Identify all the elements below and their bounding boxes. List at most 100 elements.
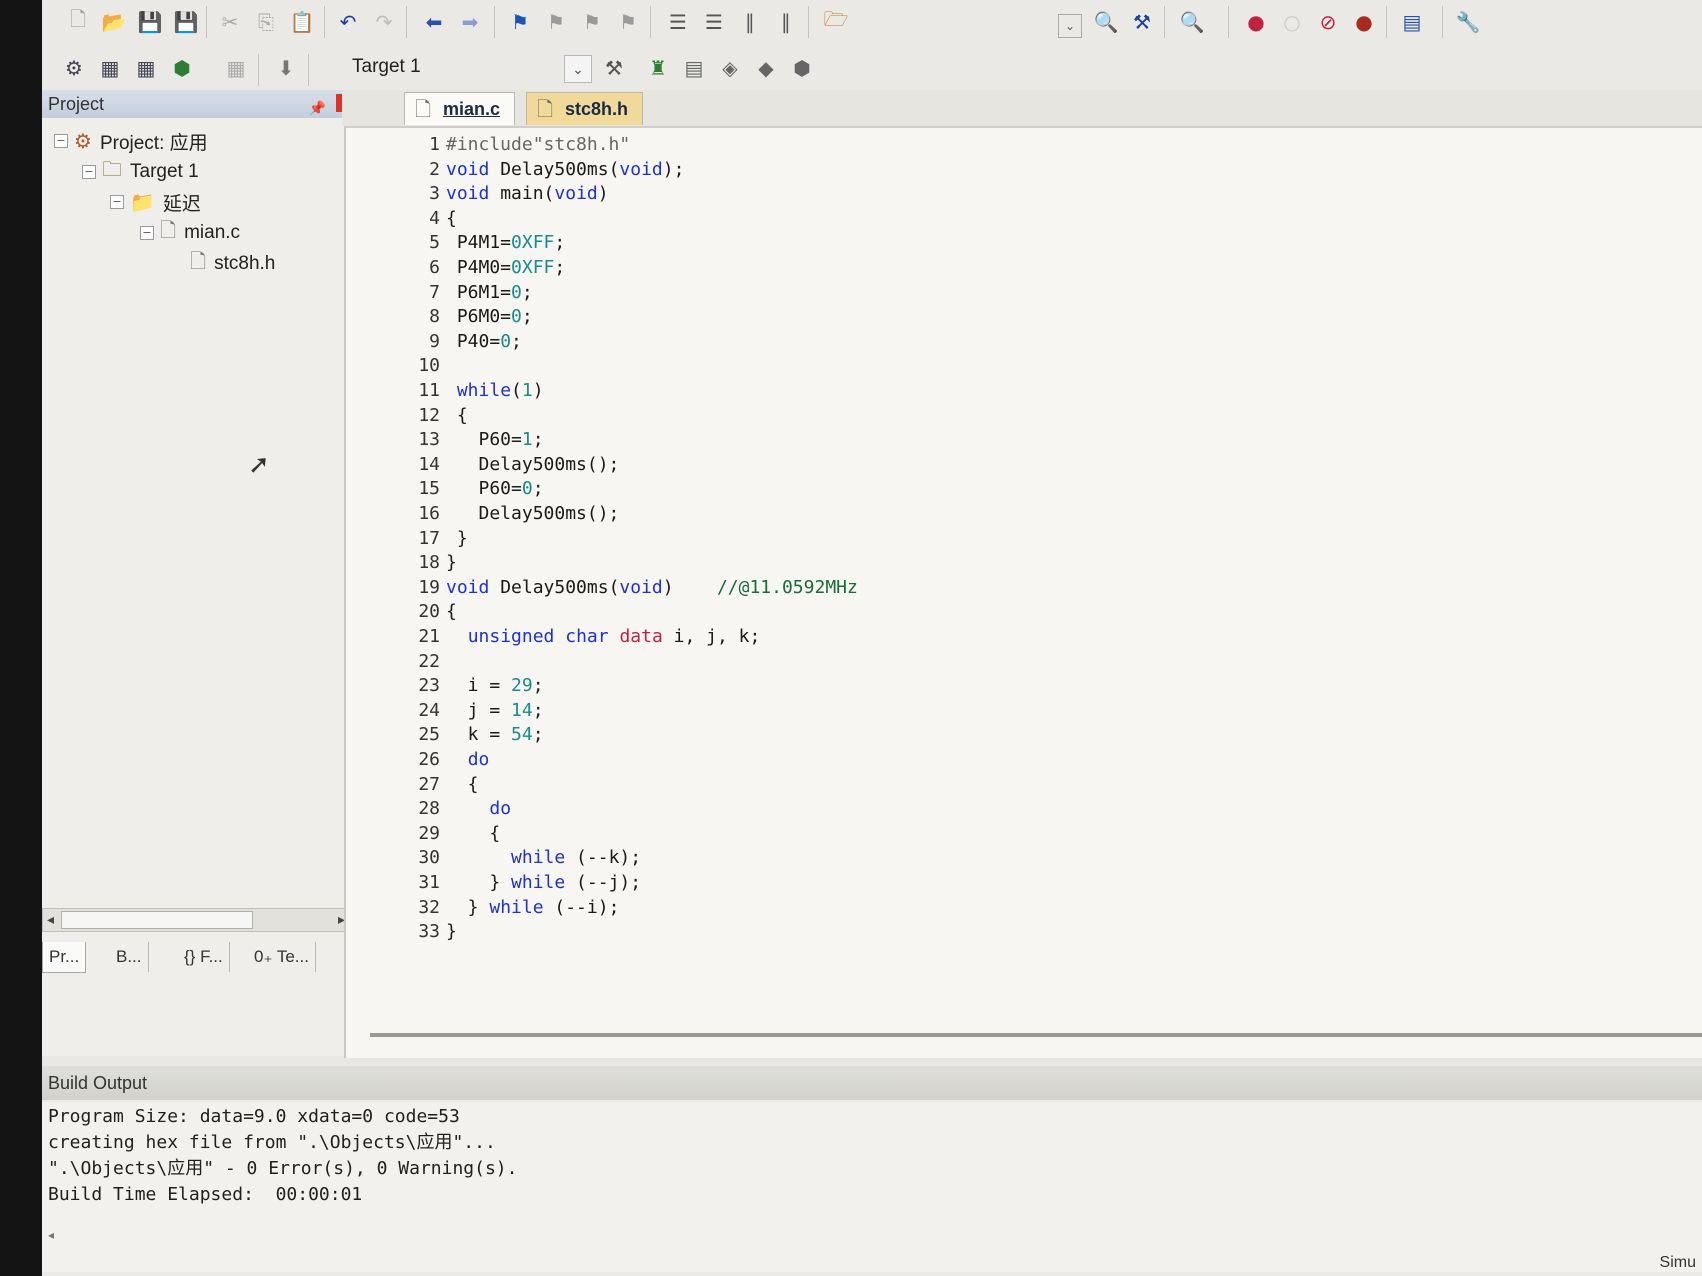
run-time-env-icon[interactable]: ⬢	[788, 54, 816, 82]
find-in-files-icon[interactable]: 🗁	[822, 7, 850, 36]
stop-build-icon[interactable]: ▦	[222, 54, 250, 82]
code-text[interactable]: unsigned char data i, j, k;	[446, 624, 761, 649]
breakpoint-kill-icon[interactable]: ⊘	[1314, 8, 1342, 36]
build-output-text[interactable]: Program Size: data=9.0 xdata=0 code=53 c…	[42, 1102, 1702, 1272]
editor-scrollbar[interactable]	[370, 1033, 1702, 1037]
cut-icon[interactable]: ✂	[216, 8, 244, 36]
breakpoint-all-icon[interactable]: ●	[1350, 8, 1378, 36]
scroll-left-icon[interactable]: ◂	[48, 1228, 54, 1242]
code-text[interactable]: P60=0;	[446, 476, 544, 501]
line-number: 4	[429, 207, 440, 229]
tree-item-file[interactable]: − 🗋 mian.c	[140, 218, 240, 248]
code-text[interactable]: }	[446, 919, 457, 944]
batch-build-icon[interactable]: ⬢	[168, 54, 196, 82]
code-text[interactable]: do	[446, 796, 511, 821]
code-text[interactable]: {	[446, 206, 457, 231]
translate-icon[interactable]: ⚙	[60, 54, 88, 82]
uncomment-icon[interactable]: ∥	[772, 8, 800, 36]
debug-start-icon[interactable]: 🔍	[1178, 8, 1206, 36]
tab-mian-c[interactable]: 🗋 mian.c	[404, 92, 516, 125]
code-text[interactable]: Delay500ms();	[446, 452, 620, 477]
project-panel-scrollbar[interactable]: ◂ ▸	[42, 908, 350, 932]
code-text[interactable]: {	[446, 403, 468, 428]
code-text[interactable]: P4M0=0XFF;	[446, 255, 565, 280]
code-text[interactable]: #include"stc8h.h"	[446, 132, 630, 157]
code-text[interactable]: j = 14;	[446, 698, 544, 723]
open-icon[interactable]: 📂	[100, 8, 128, 36]
config-wrench-icon[interactable]: 🔧	[1454, 8, 1482, 36]
file-icon: 🗋	[537, 97, 554, 121]
save-all-icon[interactable]: 💾	[172, 8, 200, 36]
code-text[interactable]: Delay500ms();	[446, 501, 620, 526]
code-text[interactable]: P6M0=0;	[446, 304, 533, 329]
rebuild-icon[interactable]: ▦	[132, 54, 160, 82]
code-text[interactable]: {	[446, 821, 500, 846]
tree-item-target[interactable]: − 🗀 Target 1	[82, 157, 199, 187]
collapse-icon[interactable]: −	[82, 165, 96, 179]
pack-installer-icon[interactable]: ◈	[716, 54, 744, 82]
unindent-icon[interactable]: ☰	[700, 8, 728, 36]
breakpoint-disable-icon[interactable]: ○	[1278, 8, 1306, 36]
redo-icon[interactable]: ↷	[370, 8, 398, 36]
code-text[interactable]: void Delay500ms(void) //@11.0592MHz	[446, 575, 858, 600]
code-text[interactable]: } while (--j);	[446, 870, 641, 895]
code-text[interactable]: while(1)	[446, 378, 544, 403]
tree-item-file[interactable]: 🗋 stc8h.h	[190, 249, 275, 279]
code-editor[interactable]: 1 #include"stc8h.h" 2 void Delay500ms(void)…	[344, 126, 1702, 1058]
window-layout-icon[interactable]: ▤	[1398, 8, 1426, 36]
code-text[interactable]: }	[446, 526, 468, 551]
tab-stc8h-h[interactable]: 🗋 stc8h.h	[526, 92, 644, 125]
bookmark-clear-icon[interactable]: ⚑	[614, 8, 642, 36]
pin-icon[interactable]: 📌	[303, 94, 326, 122]
collapse-icon[interactable]: −	[54, 134, 68, 148]
bookmark-prev-icon[interactable]: ⚑	[542, 8, 570, 36]
nav-back-icon[interactable]: ⬅	[420, 8, 448, 36]
bookmark-icon[interactable]: ⚑	[506, 8, 534, 36]
manage-project-icon[interactable]: ♜	[644, 54, 672, 82]
tab-templates[interactable]: 0₊ Te...	[248, 942, 316, 972]
code-text[interactable]: P40=0;	[446, 329, 522, 354]
debug-session-icon[interactable]: ⚒	[1128, 8, 1156, 36]
indent-icon[interactable]: ☰	[664, 8, 692, 36]
code-text[interactable]: void main(void)	[446, 181, 609, 206]
code-text[interactable]: P6M1=0;	[446, 280, 533, 305]
tab-project[interactable]: Pr...	[42, 942, 87, 973]
select-packs-icon[interactable]: ◆	[752, 54, 780, 82]
scroll-left-icon[interactable]: ◂	[47, 909, 54, 931]
code-text[interactable]: k = 54;	[446, 722, 544, 747]
code-text[interactable]: {	[446, 772, 479, 797]
collapse-icon[interactable]: −	[110, 195, 124, 209]
find-combo-icon[interactable]: ⌄	[1058, 14, 1082, 38]
paste-icon[interactable]: 📋	[288, 8, 316, 36]
target-select[interactable]: Target 1	[352, 56, 421, 78]
tab-functions[interactable]: {} F...	[178, 942, 230, 972]
tree-item-project[interactable]: − ⚙ Project: 应用	[54, 126, 208, 156]
new-file-icon[interactable]: 🗋	[64, 7, 92, 36]
code-text[interactable]: do	[446, 747, 490, 772]
code-text[interactable]: {	[446, 599, 457, 624]
bookmark-next-icon[interactable]: ⚑	[578, 8, 606, 36]
code-text[interactable]: void Delay500ms(void);	[446, 157, 684, 182]
copy-icon[interactable]: ⎘	[252, 8, 280, 36]
code-text[interactable]: i = 29;	[446, 673, 544, 698]
code-text[interactable]: while (--k);	[446, 845, 641, 870]
incremental-find-icon[interactable]: 🔍	[1092, 8, 1120, 36]
save-icon[interactable]: 💾	[136, 8, 164, 36]
code-text[interactable]: P4M1=0XFF;	[446, 230, 565, 255]
build-icon[interactable]: ▦	[96, 54, 124, 82]
code-text[interactable]: P60=1;	[446, 427, 544, 452]
scrollbar-thumb[interactable]	[61, 911, 253, 929]
download-load-icon[interactable]: ⬇	[272, 54, 300, 82]
target-dropdown-chevron-icon[interactable]: ⌄	[564, 55, 592, 83]
code-text[interactable]: }	[446, 550, 457, 575]
tab-books[interactable]: B...	[110, 942, 149, 972]
collapse-icon[interactable]: −	[140, 226, 154, 240]
code-text[interactable]: } while (--i);	[446, 895, 620, 920]
comment-icon[interactable]: ∥	[736, 8, 764, 36]
tree-item-group[interactable]: − 📁 延迟	[110, 187, 201, 217]
nav-forward-icon[interactable]: ➡	[456, 8, 484, 36]
undo-icon[interactable]: ↶	[334, 8, 362, 36]
options-icon[interactable]: ⚒	[600, 54, 628, 82]
component-icon[interactable]: ▤	[680, 54, 708, 82]
breakpoint-insert-icon[interactable]: ●	[1242, 8, 1270, 36]
